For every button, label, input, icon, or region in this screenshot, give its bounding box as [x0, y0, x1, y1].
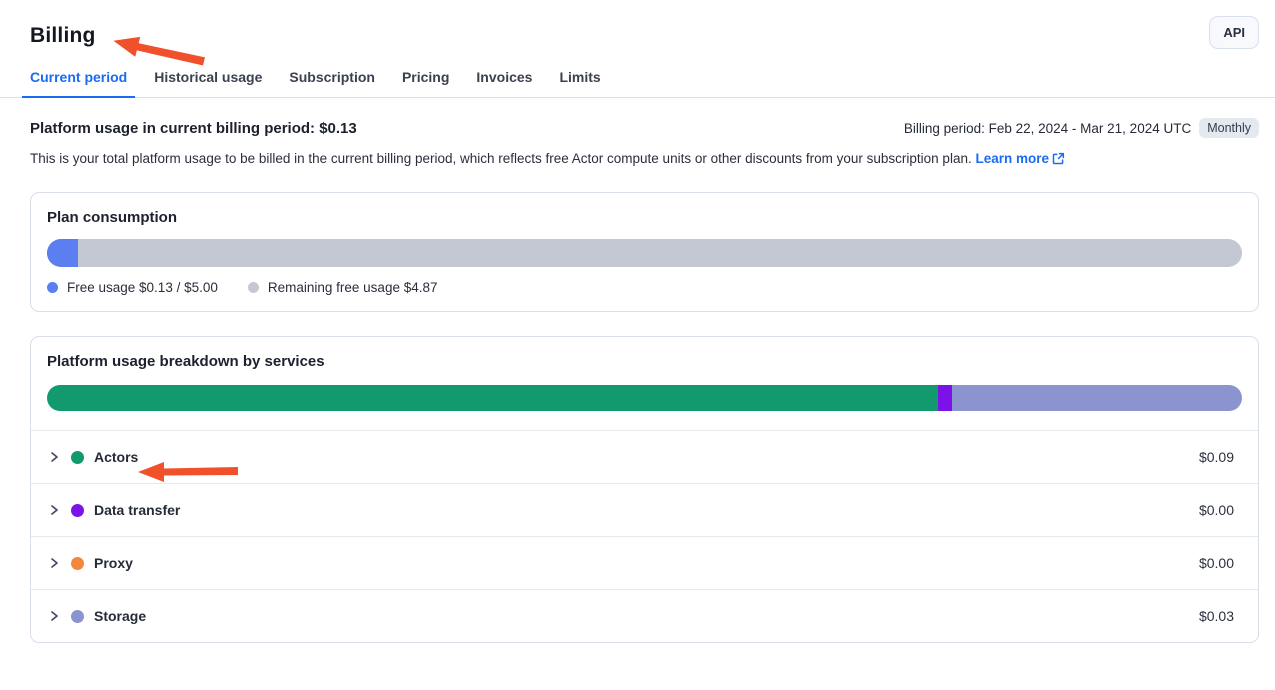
proxy-dot	[71, 557, 84, 570]
service-amount: $0.09	[1199, 449, 1234, 465]
usage-summary-row: Platform usage in current billing period…	[0, 118, 1275, 138]
usage-description-text: This is your total platform usage to be …	[30, 151, 972, 166]
billing-period-group: Billing period: Feb 22, 2024 - Mar 21, 2…	[904, 118, 1259, 138]
learn-more-link[interactable]: Learn more	[975, 151, 1065, 166]
chevron-right-icon[interactable]	[47, 609, 61, 623]
service-row-storage[interactable]: Storage $0.03	[31, 589, 1258, 642]
page-title: Billing	[30, 16, 96, 48]
billing-tabbar: Current period Historical usage Subscrip…	[0, 63, 1275, 98]
service-row-data-transfer[interactable]: Data transfer $0.00	[31, 483, 1258, 536]
plan-consumption-progress-bar	[47, 239, 1242, 267]
billing-period-text: Billing period: Feb 22, 2024 - Mar 21, 2…	[904, 121, 1191, 136]
remaining-usage-dot	[248, 282, 259, 293]
service-name: Actors	[94, 449, 138, 465]
usage-breakdown-title: Platform usage breakdown by services	[47, 353, 1242, 370]
tab-subscription[interactable]: Subscription	[281, 63, 383, 98]
plan-consumption-title: Plan consumption	[47, 209, 1242, 226]
service-amount: $0.00	[1199, 555, 1234, 571]
tab-historical-usage[interactable]: Historical usage	[146, 63, 270, 98]
service-row-proxy[interactable]: Proxy $0.00	[31, 536, 1258, 589]
usage-breakdown-card: Platform usage breakdown by services Act…	[30, 336, 1259, 643]
services-stacked-bar	[47, 385, 1242, 411]
usage-summary-heading: Platform usage in current billing period…	[30, 120, 357, 137]
chevron-right-icon[interactable]	[47, 503, 61, 517]
storage-dot	[71, 610, 84, 623]
data-transfer-dot	[71, 504, 84, 517]
usage-description: This is your total platform usage to be …	[0, 151, 1275, 168]
service-name: Data transfer	[94, 502, 180, 518]
legend-label: Remaining free usage $4.87	[268, 280, 438, 295]
plan-consumption-legend: Free usage $0.13 / $5.00 Remaining free …	[47, 280, 1242, 295]
actors-dot	[71, 451, 84, 464]
page-header: Billing API	[0, 0, 1275, 49]
tab-pricing[interactable]: Pricing	[394, 63, 457, 98]
chevron-right-icon[interactable]	[47, 450, 61, 464]
legend-item-remaining-usage: Remaining free usage $4.87	[248, 280, 438, 295]
actors-bar-segment	[47, 385, 938, 411]
service-amount: $0.03	[1199, 608, 1234, 624]
tab-current-period[interactable]: Current period	[22, 63, 135, 98]
external-link-icon	[1052, 152, 1065, 168]
api-button[interactable]: API	[1209, 16, 1259, 49]
tab-limits[interactable]: Limits	[551, 63, 608, 98]
storage-bar-segment	[952, 385, 1242, 411]
service-row-actors[interactable]: Actors $0.09	[31, 430, 1258, 483]
tab-invoices[interactable]: Invoices	[468, 63, 540, 98]
service-name: Proxy	[94, 555, 133, 571]
data-transfer-bar-segment	[938, 385, 951, 411]
service-amount: $0.00	[1199, 502, 1234, 518]
billing-page: Billing API Current period Historical us…	[0, 0, 1275, 690]
free-usage-dot	[47, 282, 58, 293]
service-rows: Actors $0.09 Data transfer $0.00 Proxy	[31, 430, 1258, 642]
service-name: Storage	[94, 608, 146, 624]
legend-label: Free usage $0.13 / $5.00	[67, 280, 218, 295]
legend-item-free-usage: Free usage $0.13 / $5.00	[47, 280, 218, 295]
free-usage-fill	[47, 239, 78, 267]
chevron-right-icon[interactable]	[47, 556, 61, 570]
plan-consumption-card: Plan consumption Free usage $0.13 / $5.0…	[30, 192, 1259, 312]
billing-cycle-badge: Monthly	[1199, 118, 1259, 138]
